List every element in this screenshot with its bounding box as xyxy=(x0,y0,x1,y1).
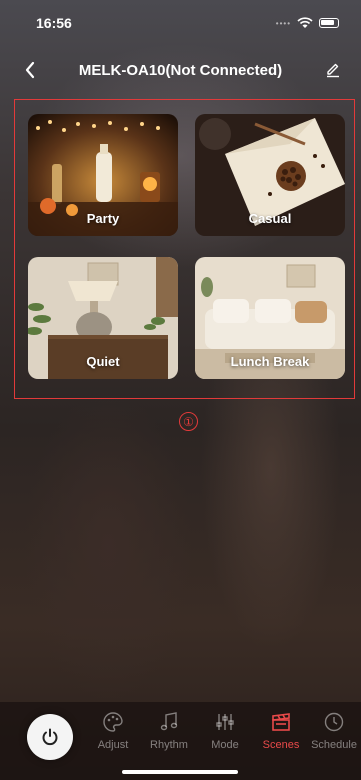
music-note-icon xyxy=(157,710,181,734)
home-indicator xyxy=(122,770,238,774)
scenes-grid: Party Casual Quiet Lunch Break xyxy=(14,99,355,399)
status-icons: •••• xyxy=(276,17,339,29)
tab-label: Adjust xyxy=(97,739,129,751)
power-button[interactable] xyxy=(27,714,73,760)
tab-label: Schedule xyxy=(311,739,357,751)
sliders-icon xyxy=(213,710,237,734)
wifi-icon xyxy=(297,17,313,28)
tab-label: Mode xyxy=(211,739,239,751)
scene-label: Casual xyxy=(248,211,292,226)
tab-mode[interactable]: Mode xyxy=(200,710,250,762)
status-bar: 16:56 •••• xyxy=(0,0,361,46)
scene-card-party[interactable]: Party xyxy=(28,114,178,236)
tab-adjust[interactable]: Adjust xyxy=(88,710,138,762)
bottom-tab-bar: Adjust Rhythm Mode Scenes Schedule xyxy=(0,702,361,780)
tab-label: Rhythm xyxy=(150,739,188,751)
edit-button[interactable] xyxy=(319,56,347,84)
clock-icon xyxy=(322,710,346,734)
power-icon xyxy=(42,728,58,746)
scene-label: Party xyxy=(86,211,120,226)
pencil-icon xyxy=(327,63,339,78)
tab-rhythm[interactable]: Rhythm xyxy=(144,710,194,762)
battery-icon xyxy=(319,18,339,28)
annotation-marker: ① xyxy=(179,412,198,431)
tab-scenes[interactable]: Scenes xyxy=(256,710,306,762)
palette-icon xyxy=(101,710,125,734)
scene-card-casual[interactable]: Casual xyxy=(195,114,345,236)
tab-schedule[interactable]: Schedule xyxy=(309,710,359,762)
scene-label: Lunch Break xyxy=(230,354,310,369)
back-button[interactable] xyxy=(16,56,44,84)
scene-card-quiet[interactable]: Quiet xyxy=(28,257,178,379)
status-time: 16:56 xyxy=(36,15,72,31)
scene-label: Quiet xyxy=(86,354,120,369)
scene-card-lunch-break[interactable]: Lunch Break xyxy=(195,257,345,379)
chevron-left-icon xyxy=(25,61,35,79)
page-title: MELK-OA10(Not Connected) xyxy=(78,61,283,79)
tab-label: Scenes xyxy=(262,739,300,751)
clapperboard-icon xyxy=(269,710,293,734)
signal-icon: •••• xyxy=(275,18,291,28)
nav-bar: MELK-OA10(Not Connected) xyxy=(0,52,361,88)
